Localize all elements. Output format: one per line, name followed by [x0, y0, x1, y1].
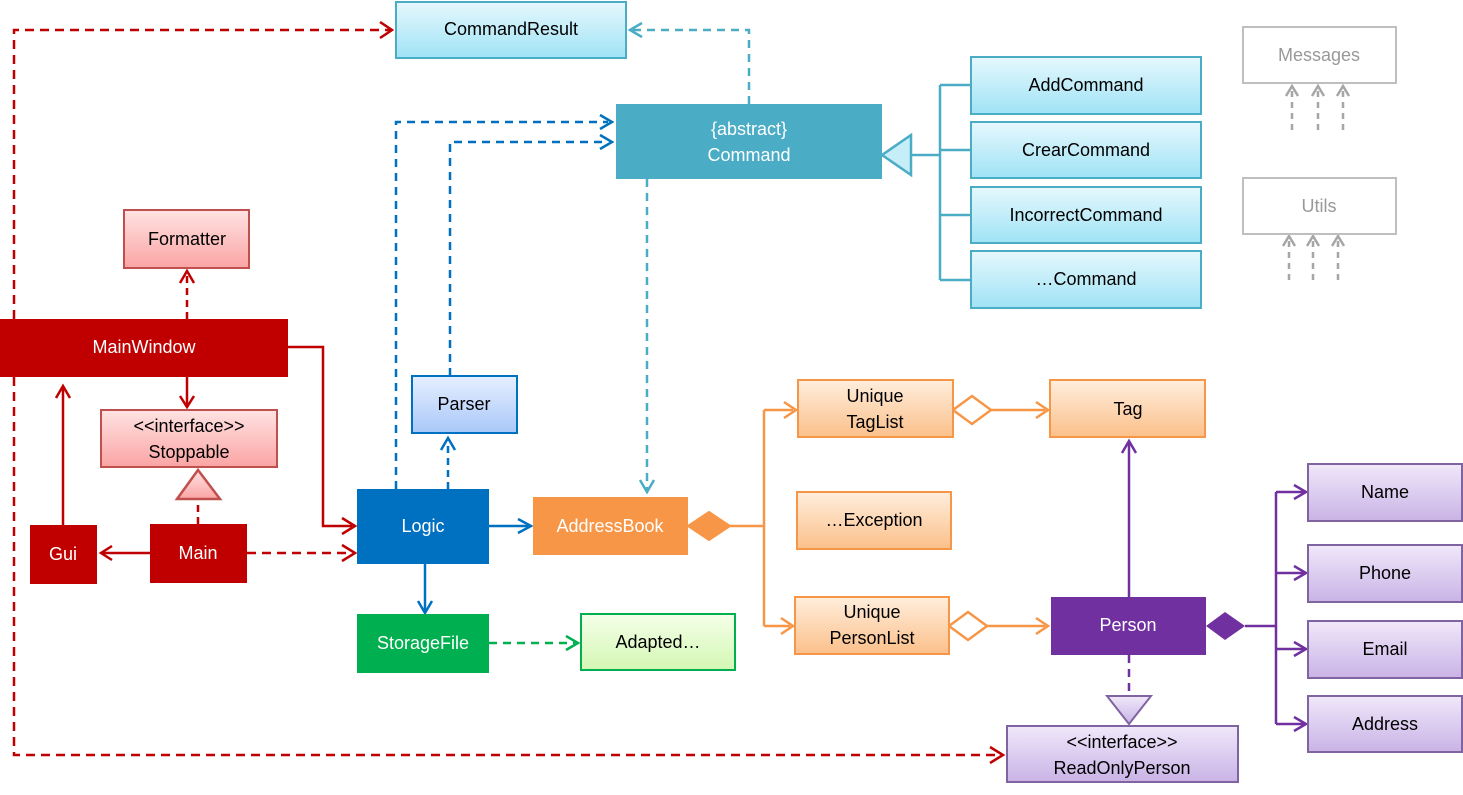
- svg-text:…Exception: …Exception: [825, 510, 922, 530]
- svg-text:<<interface>>: <<interface>>: [1066, 732, 1177, 752]
- class-formatter[interactable]: Formatter: [123, 209, 250, 269]
- svg-text:Utils: Utils: [1302, 196, 1337, 216]
- svg-text:Parser: Parser: [437, 394, 490, 414]
- class-command-result[interactable]: CommandResult: [395, 1, 627, 59]
- svg-text:StorageFile: StorageFile: [377, 633, 469, 653]
- aggregation-diamond-icon: [946, 610, 990, 642]
- aggregation-diamond-icon: [950, 394, 994, 426]
- class-unique-tag-list[interactable]: Unique TagList: [797, 379, 954, 438]
- inheritance-triangle-icon: [174, 467, 223, 501]
- svg-text:<<interface>>: <<interface>>: [133, 416, 244, 436]
- class-logic[interactable]: Logic: [357, 489, 489, 564]
- interface-stoppable[interactable]: <<interface>> Stoppable: [100, 409, 278, 468]
- class-other-command[interactable]: …Command: [970, 250, 1202, 309]
- class-adapted[interactable]: Adapted…: [580, 613, 736, 671]
- svg-text:Address: Address: [1352, 714, 1418, 734]
- svg-text:CommandResult: CommandResult: [444, 19, 578, 39]
- svg-text:Gui: Gui: [49, 544, 77, 564]
- class-address-book[interactable]: AddressBook: [533, 497, 688, 555]
- class-person[interactable]: Person: [1051, 597, 1206, 655]
- composition-diamond-icon: [686, 510, 732, 542]
- svg-text:ReadOnlyPerson: ReadOnlyPerson: [1053, 758, 1190, 778]
- class-gui[interactable]: Gui: [30, 525, 97, 584]
- class-parser[interactable]: Parser: [411, 375, 518, 434]
- class-messages[interactable]: Messages: [1242, 26, 1397, 84]
- class-exception[interactable]: …Exception: [796, 491, 952, 550]
- class-email[interactable]: Email: [1307, 620, 1463, 679]
- class-add-command[interactable]: AddCommand: [970, 56, 1202, 115]
- inheritance-triangle-icon: [879, 132, 913, 178]
- class-incorrect-command[interactable]: IncorrectCommand: [970, 186, 1202, 244]
- class-storage-file[interactable]: StorageFile: [357, 614, 489, 673]
- svg-text:{abstract}: {abstract}: [711, 119, 787, 139]
- svg-text:Unique: Unique: [843, 602, 900, 622]
- class-name[interactable]: Name: [1307, 463, 1463, 522]
- svg-text:Email: Email: [1362, 639, 1407, 659]
- class-tag[interactable]: Tag: [1049, 379, 1206, 438]
- svg-text:Formatter: Formatter: [148, 229, 226, 249]
- svg-text:PersonList: PersonList: [829, 628, 914, 648]
- svg-text:IncorrectCommand: IncorrectCommand: [1009, 205, 1162, 225]
- svg-text:Unique: Unique: [846, 386, 903, 406]
- class-phone[interactable]: Phone: [1307, 544, 1463, 603]
- svg-text:Adapted…: Adapted…: [615, 632, 700, 652]
- class-unique-person-list[interactable]: Unique PersonList: [794, 596, 950, 655]
- svg-text:Phone: Phone: [1359, 563, 1411, 583]
- svg-text:…Command: …Command: [1035, 269, 1136, 289]
- svg-text:Logic: Logic: [401, 516, 444, 536]
- dependency-line: [12, 28, 390, 319]
- svg-text:Person: Person: [1099, 615, 1156, 635]
- inheritance-triangle-icon: [1104, 695, 1154, 726]
- class-crear-command[interactable]: CrearCommand: [970, 121, 1202, 179]
- svg-text:Command: Command: [707, 145, 790, 165]
- class-main[interactable]: Main: [150, 524, 247, 583]
- svg-text:Stoppable: Stoppable: [148, 442, 229, 462]
- class-main-window[interactable]: MainWindow: [0, 319, 288, 377]
- class-address[interactable]: Address: [1307, 695, 1463, 753]
- svg-text:Messages: Messages: [1278, 45, 1360, 65]
- svg-text:CrearCommand: CrearCommand: [1022, 140, 1150, 160]
- class-command[interactable]: {abstract} Command: [616, 104, 882, 179]
- interface-read-only-person[interactable]: <<interface>> ReadOnlyPerson: [1006, 725, 1239, 783]
- architecture-diagram: CommandResult {abstract} Command AddComma…: [0, 1, 1463, 783]
- composition-diamond-icon: [1206, 612, 1245, 640]
- svg-text:MainWindow: MainWindow: [92, 337, 196, 357]
- svg-text:AddCommand: AddCommand: [1028, 75, 1143, 95]
- class-utils[interactable]: Utils: [1242, 177, 1397, 235]
- svg-text:AddressBook: AddressBook: [556, 516, 664, 536]
- svg-text:Main: Main: [178, 543, 217, 563]
- svg-text:Tag: Tag: [1113, 399, 1142, 419]
- svg-text:TagList: TagList: [846, 412, 903, 432]
- svg-text:Name: Name: [1361, 482, 1409, 502]
